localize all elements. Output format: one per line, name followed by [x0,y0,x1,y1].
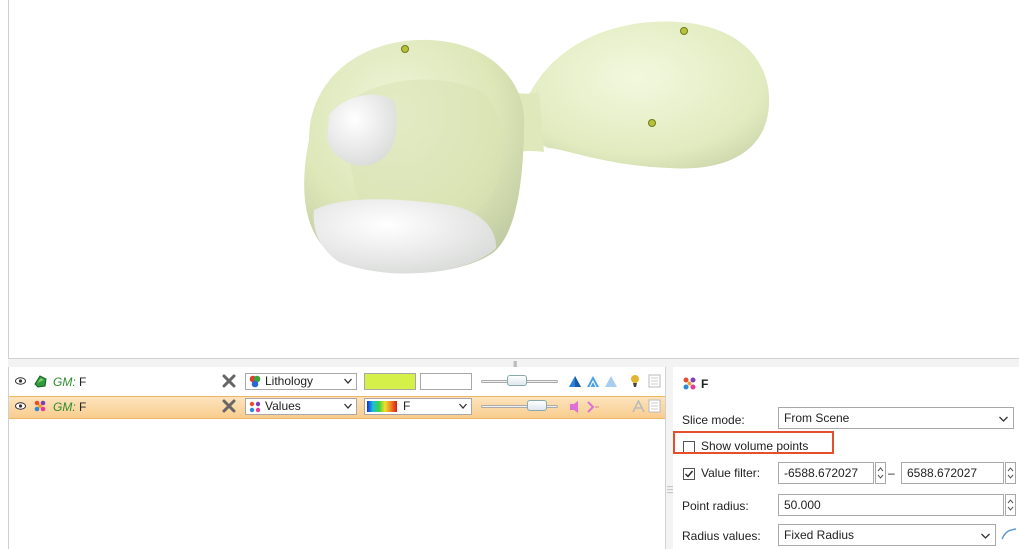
lithology-icon [249,375,261,388]
layer-row[interactable]: GM: F Lithology [9,372,666,393]
slider-thumb[interactable] [507,375,527,386]
display-mode-select[interactable]: Values [245,398,357,415]
chevron-down-icon [344,378,352,384]
checkmark-icon [685,470,694,478]
numeric-model-icon [683,377,696,390]
layer-row-selected[interactable]: GM: F Values F [9,396,666,419]
points-icon[interactable] [604,375,618,388]
layer-name: GM: F [53,375,87,389]
slice-mode-label: Slice mode: [682,413,745,427]
opacity-slider[interactable] [481,400,558,411]
point-radius-spinner[interactable] [1005,494,1016,516]
radius-values-select[interactable]: Fixed Radius [778,524,996,546]
callout-highlight-box [673,431,834,454]
geological-model-surface [304,21,770,274]
shown-objects-list: GM: F Lithology GM: F Values F [8,367,666,549]
triangulation-icon[interactable] [568,375,582,388]
scene-viewport[interactable] [8,0,1019,358]
render-points-icon[interactable] [568,400,582,414]
spinner-arrows-icon [877,467,884,479]
chevron-down-icon [981,533,990,539]
colormap-gradient [367,401,397,412]
eye-icon[interactable] [15,377,26,385]
point-radius-input[interactable]: 50.000 [778,494,1004,516]
value-filter-max-spinner[interactable] [1005,462,1016,484]
legend-icon[interactable] [648,399,661,413]
chevron-down-icon [459,403,467,409]
display-mode-select[interactable]: Lithology [245,373,357,390]
eye-icon[interactable] [15,402,26,410]
remove-icon[interactable] [222,399,236,413]
geological-model-icon [34,375,47,388]
color-swatch[interactable] [364,373,416,390]
value-filter-checkbox[interactable] [683,468,695,480]
value-filter-label: Value filter: [701,466,761,480]
value-filter-max-input[interactable]: 6588.672027 [901,462,1004,484]
range-separator: – [888,466,895,480]
slice-mode-select[interactable]: From Scene [778,407,1014,429]
opacity-slider[interactable] [481,375,558,386]
value-filter-min-spinner[interactable] [875,462,886,484]
properties-title: F [701,377,709,391]
value-filter-min-input[interactable]: -6588.672027 [778,462,874,484]
chevron-down-icon [999,416,1008,422]
colormap-select[interactable]: F [364,398,472,415]
point-radius-label: Point radius: [682,499,749,513]
slider-thumb[interactable] [527,400,547,411]
secondary-color-swatch[interactable] [420,373,472,390]
curve-icon[interactable] [1001,527,1017,541]
layer-name: GM: F [53,400,87,414]
remove-icon[interactable] [222,374,236,388]
spinner-arrows-icon [1007,499,1014,511]
properties-panel: F Slice mode: From Scene Show volume poi… [673,367,1019,549]
lighting-icon[interactable] [628,374,643,389]
mesh-icon[interactable] [586,375,600,388]
numeric-model-icon [34,400,46,412]
legend-icon[interactable] [648,374,661,388]
chevron-down-icon [344,403,352,409]
text-label-icon[interactable] [632,400,645,413]
slice-icon[interactable] [586,400,600,414]
spinner-arrows-icon [1007,467,1014,479]
radius-values-label: Radius values: [682,529,761,543]
values-icon [249,401,261,413]
